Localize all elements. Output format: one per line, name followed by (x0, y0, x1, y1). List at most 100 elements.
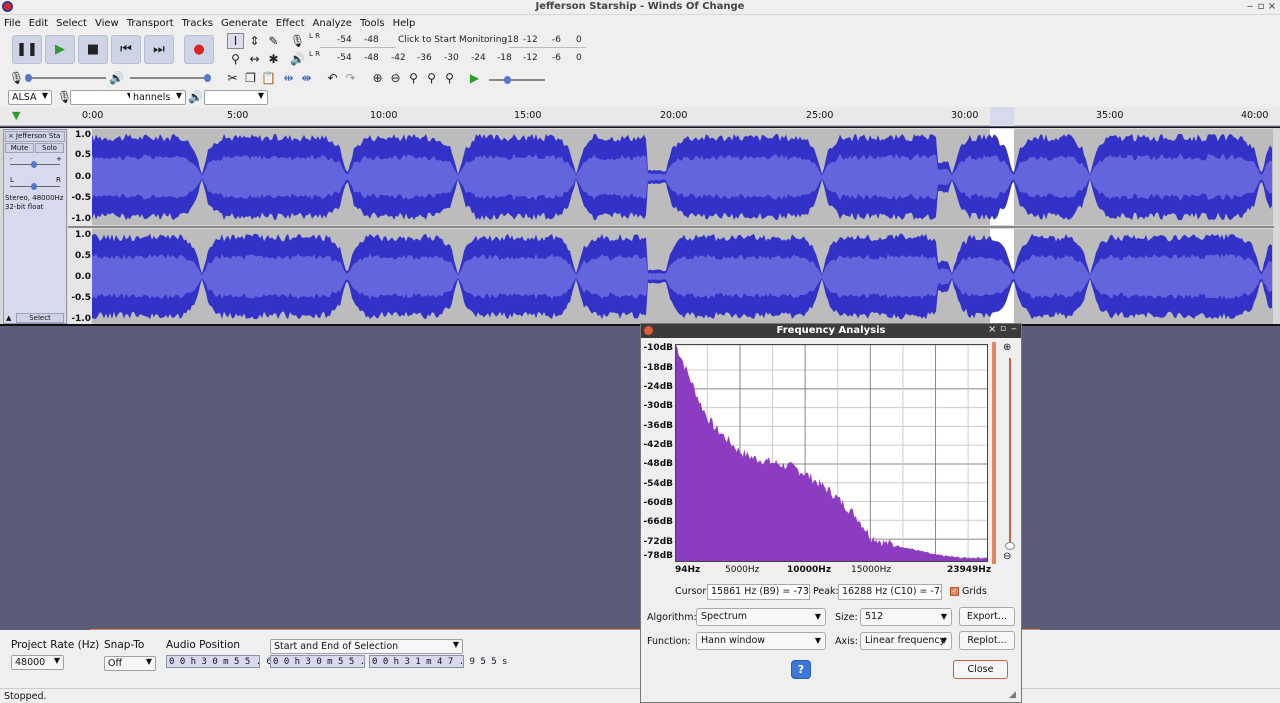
copy-button[interactable]: ❐ (242, 70, 259, 86)
record-button[interactable]: ● (184, 35, 214, 64)
fit-project-button[interactable]: ⚲ (423, 70, 440, 86)
trim-button[interactable]: ⇹ (280, 70, 297, 86)
close-button[interactable]: × (1267, 1, 1277, 12)
spectrum-area (676, 345, 987, 561)
freq-tick-label: 10000Hz (787, 565, 832, 575)
envelope-tool[interactable]: ⇕ (246, 33, 263, 49)
grids-checkbox[interactable]: ✓ (950, 587, 959, 596)
spectrum-plot[interactable] (675, 344, 988, 562)
recording-device-select[interactable]: ▼ (70, 90, 137, 105)
mute-button[interactable]: Mute (5, 143, 34, 153)
selection-tool[interactable]: I (227, 33, 244, 49)
time-shift-tool[interactable]: ↔ (246, 51, 263, 67)
audio-host-value: ALSA (12, 92, 37, 103)
zoom-slider-track[interactable] (992, 342, 996, 564)
skip-to-end-button[interactable]: ⏭ (144, 35, 174, 64)
zoom-in-button[interactable]: ⊕ (369, 70, 386, 86)
track-close-icon[interactable]: × (6, 132, 16, 140)
pan-thumb[interactable] (31, 183, 37, 190)
size-select[interactable]: 512 ▼ (860, 608, 952, 626)
play-button[interactable]: ▶ (45, 35, 75, 64)
axis-select[interactable]: Linear frequency ▼ (860, 632, 952, 650)
menu-edit[interactable]: Edit (29, 18, 48, 29)
gain-thumb[interactable] (31, 161, 37, 168)
function-select[interactable]: Hann window ▼ (696, 632, 826, 650)
recording-volume-slider[interactable] (26, 77, 106, 79)
menu-transport[interactable]: Transport (127, 18, 174, 29)
menu-select[interactable]: Select (56, 18, 87, 29)
menu-effect[interactable]: Effect (276, 18, 305, 29)
menu-tracks[interactable]: Tracks (182, 18, 213, 29)
menu-bar: File Edit Select View Transport Tracks G… (0, 15, 1280, 31)
record-tick: -54 (337, 35, 352, 45)
record-meter-button[interactable]: 🎙 (289, 33, 306, 49)
selection-end-field[interactable]: 0 0 h 3 1 m 4 7 . 9 5 5 s (369, 655, 507, 668)
zoom-out-icon[interactable]: ⊖ (1003, 551, 1011, 562)
snap-to-select[interactable]: Off ▼ (104, 656, 156, 671)
menu-analyze[interactable]: Analyze (313, 18, 352, 29)
menu-view[interactable]: View (95, 18, 119, 29)
close-dialog-button[interactable]: Close (953, 660, 1008, 679)
record-meter[interactable]: -54 -48 Click to Start Monitoring -18 -1… (320, 34, 586, 48)
help-button[interactable]: ? (791, 660, 811, 679)
peak-field[interactable]: 16288 Hz (C10) = -74. (838, 584, 942, 600)
export-button[interactable]: Export... (959, 607, 1015, 626)
minimize-button[interactable]: ‒ (1245, 1, 1255, 12)
play-speed-thumb[interactable] (504, 76, 511, 84)
y-label: 0.0 (75, 172, 91, 182)
cursor-field[interactable]: 15861 Hz (B9) = -73 d (707, 584, 810, 600)
zoom-slider-thumb[interactable] (1005, 542, 1015, 550)
collapse-track-icon[interactable]: ▲ (6, 314, 11, 322)
stop-button[interactable]: ■ (78, 35, 108, 64)
dialog-minimize-icon[interactable]: ‒ (1011, 324, 1017, 334)
draw-tool[interactable]: ✎ (265, 33, 282, 49)
audio-host-select[interactable]: ALSA ▼ (8, 90, 52, 105)
resize-grip-icon[interactable]: ◢ (1009, 690, 1016, 700)
fit-selection-button[interactable]: ⚲ (405, 70, 422, 86)
dialog-maximize-icon[interactable]: ▫ (1000, 324, 1006, 334)
recording-channels-select[interactable]: hannels ▼ (130, 90, 186, 105)
zoom-toggle-button[interactable]: ⚲ (441, 70, 458, 86)
playback-meter-button[interactable]: 🔊 (289, 51, 306, 67)
redo-button[interactable]: ↷ (342, 70, 359, 86)
playback-volume-thumb[interactable] (204, 74, 211, 82)
playback-volume-slider[interactable] (130, 77, 210, 79)
playback-tick: -36 (417, 53, 432, 63)
db-axis: -10dB -18dB -24dB -30dB -36dB -42dB -48d… (641, 342, 675, 564)
zoom-slider[interactable] (1009, 358, 1011, 548)
recording-volume-thumb[interactable] (25, 74, 32, 82)
menu-tools[interactable]: Tools (360, 18, 385, 29)
waveform-left-channel[interactable] (92, 129, 1273, 225)
solo-button[interactable]: Solo (35, 143, 64, 153)
selection-start-field[interactable]: 0 0 h 3 0 m 5 5 . 6 0 7 s (270, 655, 408, 668)
menu-help[interactable]: Help (393, 18, 416, 29)
audio-position-field[interactable]: 0 0 h 3 0 m 5 5 . 6 0 7 s (166, 655, 304, 668)
menu-generate[interactable]: Generate (221, 18, 268, 29)
playback-device-select[interactable]: ▼ (204, 90, 268, 105)
multi-tool[interactable]: ✱ (265, 51, 282, 67)
menu-file[interactable]: File (4, 18, 21, 29)
pause-button[interactable]: ❚❚ (12, 35, 42, 64)
waveform-right-channel[interactable] (92, 229, 1273, 324)
speaker-icon: 🔊 (290, 52, 305, 66)
track-select-button[interactable]: Select (16, 313, 64, 323)
play-speed-slider[interactable] (489, 79, 545, 81)
play-at-speed-button[interactable]: ▶ (466, 70, 483, 86)
replot-button[interactable]: Replot... (959, 631, 1015, 650)
playback-meter[interactable]: -54 -48 -42 -36 -30 -24 -18 -12 -6 0 (320, 52, 586, 66)
cut-button[interactable]: ✂ (224, 70, 241, 86)
zoom-in-icon[interactable]: ⊕ (1003, 342, 1011, 353)
algorithm-select[interactable]: Spectrum ▼ (696, 608, 826, 626)
zoom-out-button[interactable]: ⊖ (387, 70, 404, 86)
paste-button[interactable]: 📋 (260, 70, 277, 86)
timeline-ruler[interactable]: ▼ 0:00 5:00 10:00 15:00 20:00 25:00 30:0… (0, 107, 1280, 126)
skip-to-start-button[interactable]: ⏮ (111, 35, 141, 64)
undo-button[interactable]: ↶ (324, 70, 341, 86)
selection-mode-select[interactable]: Start and End of Selection ▼ (270, 639, 463, 654)
project-rate-select[interactable]: 48000 ▼ (11, 655, 64, 670)
silence-button[interactable]: ⇼ (298, 70, 315, 86)
maximize-button[interactable]: ▫ (1256, 1, 1266, 12)
track-menu-button[interactable]: × Jefferson Sta (5, 131, 65, 142)
zoom-tool[interactable]: ⚲ (227, 51, 244, 67)
dialog-close-icon[interactable]: × (988, 324, 996, 335)
